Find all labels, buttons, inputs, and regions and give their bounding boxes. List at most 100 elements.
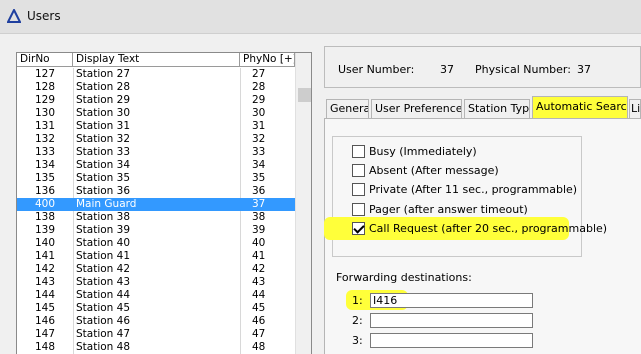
search-option-row[interactable]: Call Request (after 20 sec., programmabl…: [352, 221, 607, 237]
search-option-row[interactable]: Busy (Immediately): [352, 144, 582, 160]
tab-station-type[interactable]: Station Type: [464, 99, 530, 118]
phyno-cell: 32: [252, 133, 266, 145]
phyno-cell: 42: [252, 263, 266, 275]
phyno-cell: 45: [252, 302, 266, 314]
display-text-cell: Station 47: [76, 328, 131, 340]
forwarding-number-1: 1:: [352, 294, 363, 307]
table-row[interactable]: 129 Station 29 29: [17, 94, 295, 107]
checkbox[interactable]: [352, 183, 365, 196]
dirno-cell: 140: [34, 237, 55, 249]
phyno-cell: 48: [252, 341, 266, 353]
forwarding-destination-2-input[interactable]: [370, 313, 533, 328]
checkbox[interactable]: [352, 222, 365, 235]
display-text-cell: Station 33: [76, 146, 131, 158]
table-row[interactable]: 142 Station 42 42: [17, 263, 295, 276]
column-header-display-text[interactable]: Display Text: [73, 53, 240, 67]
tab-general[interactable]: General: [326, 99, 369, 118]
dirno-cell: 130: [34, 107, 55, 119]
table-row[interactable]: 143 Station 43 43: [17, 276, 295, 289]
table-row[interactable]: 130 Station 30 30: [17, 107, 295, 120]
table-row[interactable]: 146 Station 46 46: [17, 315, 295, 328]
vertical-scrollbar[interactable]: [295, 53, 311, 354]
tab-truncated[interactable]: Li: [629, 99, 641, 118]
dirno-cell: 134: [34, 159, 55, 171]
tab-automatic-search[interactable]: Automatic Search: [532, 96, 628, 118]
table-row[interactable]: 138 Station 38 38: [17, 211, 295, 224]
search-option-row[interactable]: Private (After 11 sec., programmable): [352, 182, 582, 198]
forwarding-destination-3-input[interactable]: [370, 333, 533, 348]
display-text-cell: Station 46: [76, 315, 131, 327]
table-row[interactable]: 135 Station 35 35: [17, 172, 295, 185]
table-row[interactable]: 139 Station 39 39: [17, 224, 295, 237]
dirno-cell: 143: [34, 276, 55, 288]
search-option-row[interactable]: Absent (After message): [352, 163, 582, 179]
table-row[interactable]: 147 Station 47 47: [17, 328, 295, 341]
user-list[interactable]: DirNo Display Text PhyNo [+] 127 Station …: [16, 52, 312, 354]
display-text-cell: Station 44: [76, 289, 131, 301]
display-text-cell: Station 48: [76, 341, 131, 353]
dirno-cell: 136: [34, 185, 55, 197]
forwarding-number-2: 2:: [352, 314, 363, 327]
table-row[interactable]: 133 Station 33 33: [17, 146, 295, 159]
list-rows: 127 Station 27 27 128 Station 28 28 129 Station…: [17, 68, 295, 354]
phyno-cell: 34: [252, 159, 266, 171]
table-row[interactable]: 144 Station 44 44: [17, 289, 295, 302]
phyno-cell: 28: [252, 81, 266, 93]
checkbox[interactable]: [352, 145, 365, 158]
dirno-cell: 127: [34, 68, 55, 80]
display-text-cell: Station 29: [76, 94, 131, 106]
dirno-cell: 148: [34, 341, 55, 353]
checkbox-label: Absent (After message): [369, 164, 499, 177]
checkbox-label: Call Request (after 20 sec., programmabl…: [369, 222, 608, 235]
checkbox-label: Private (After 11 sec., programmable): [369, 183, 578, 196]
forwarding-destination-1-input[interactable]: [370, 293, 533, 308]
search-option-row[interactable]: Pager (after answer timeout): [352, 202, 582, 218]
column-header-phyno[interactable]: PhyNo [+]: [240, 53, 295, 67]
user-info-panel: User Number: 37 Physical Number: 37: [324, 46, 641, 88]
table-row[interactable]: 145 Station 45 45: [17, 302, 295, 315]
table-row[interactable]: 132 Station 32 32: [17, 133, 295, 146]
phyno-cell: 46: [252, 315, 266, 327]
table-row[interactable]: 128 Station 28 28: [17, 81, 295, 94]
table-row[interactable]: 400 Main Guard 37: [17, 198, 295, 211]
checkbox[interactable]: [352, 203, 365, 216]
phyno-cell: 41: [252, 250, 266, 262]
table-row[interactable]: 131 Station 31 31: [17, 120, 295, 133]
display-text-cell: Station 41: [76, 250, 131, 262]
dirno-cell: 141: [34, 250, 55, 262]
physical-number-label: Physical Number:: [475, 63, 571, 76]
user-number-value: 37: [440, 63, 454, 76]
user-number-label: User Number:: [338, 63, 415, 76]
phyno-cell: 33: [252, 146, 266, 158]
phyno-cell: 36: [252, 185, 266, 197]
phyno-cell: 31: [252, 120, 266, 132]
display-text-cell: Station 43: [76, 276, 131, 288]
checkbox[interactable]: [352, 164, 365, 177]
table-row[interactable]: 127 Station 27 27: [17, 68, 295, 81]
table-row[interactable]: 134 Station 34 34: [17, 159, 295, 172]
display-text-cell: Station 36: [76, 185, 131, 197]
dirno-cell: 146: [34, 315, 55, 327]
tab-user-preferences[interactable]: User Preferences: [371, 99, 462, 118]
table-row[interactable]: 136 Station 36 36: [17, 185, 295, 198]
table-row[interactable]: 148 Station 48 48: [17, 341, 295, 354]
display-text-cell: Station 40: [76, 237, 131, 249]
physical-number-value: 37: [577, 63, 591, 76]
dirno-cell: 144: [34, 289, 55, 301]
column-header-dirno[interactable]: DirNo: [17, 53, 73, 67]
dirno-cell: 400: [34, 198, 55, 210]
phyno-cell: 27: [252, 68, 266, 80]
checkbox-label: Busy (Immediately): [369, 145, 477, 158]
phyno-cell: 47: [252, 328, 266, 340]
dirno-cell: 135: [34, 172, 55, 184]
phyno-cell: 29: [252, 94, 266, 106]
display-text-cell: Station 31: [76, 120, 131, 132]
dirno-cell: 139: [34, 224, 55, 236]
phyno-cell: 38: [252, 211, 266, 223]
display-text-cell: Station 30: [76, 107, 131, 119]
dirno-cell: 133: [34, 146, 55, 158]
table-row[interactable]: 140 Station 40 40: [17, 237, 295, 250]
phyno-cell: 39: [252, 224, 266, 236]
scrollbar-thumb[interactable]: [298, 88, 311, 102]
table-row[interactable]: 141 Station 41 41: [17, 250, 295, 263]
